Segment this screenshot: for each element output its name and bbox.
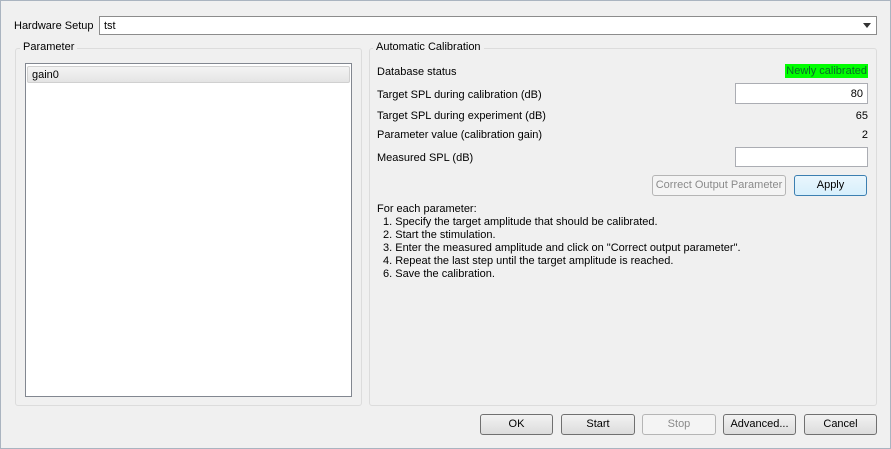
parameter-list[interactable]: gain0 xyxy=(25,63,352,397)
apply-button[interactable]: Apply xyxy=(794,175,867,196)
database-status-label: Database status xyxy=(377,66,457,78)
instructions-heading: For each parameter: xyxy=(377,203,477,215)
instruction-step: 2. Start the stimulation. xyxy=(383,229,496,241)
cancel-button[interactable]: Cancel xyxy=(804,414,877,435)
parameter-value: 2 xyxy=(861,129,868,141)
target-spl-calibration-input[interactable]: 80 xyxy=(735,83,868,104)
list-item[interactable]: gain0 xyxy=(27,66,350,83)
hardware-setup-combobox[interactable]: tst xyxy=(99,16,877,35)
stop-button[interactable]: Stop xyxy=(642,414,716,435)
target-spl-calibration-value: 80 xyxy=(850,88,863,100)
list-item-label: gain0 xyxy=(32,69,59,81)
start-button[interactable]: Start xyxy=(561,414,635,435)
advanced-button[interactable]: Advanced... xyxy=(723,414,796,435)
hardware-setup-label: Hardware Setup xyxy=(14,20,94,32)
chevron-down-icon[interactable] xyxy=(863,23,871,28)
hardware-setup-value: tst xyxy=(104,20,116,32)
target-spl-experiment-value: 65 xyxy=(855,110,868,122)
correct-output-parameter-button[interactable]: Correct Output Parameter xyxy=(652,175,786,196)
parameter-value-label: Parameter value (calibration gain) xyxy=(377,129,543,141)
instruction-step: 6. Save the calibration. xyxy=(383,268,495,280)
calibration-group-title: Automatic Calibration xyxy=(373,41,484,54)
measured-spl-input[interactable] xyxy=(735,147,868,167)
instruction-step: 3. Enter the measured amplitude and clic… xyxy=(383,242,741,254)
status-badge: Newly calibrated xyxy=(785,64,868,78)
calibration-dialog: Hardware Setup tst Parameter gain0 Autom… xyxy=(0,0,891,449)
target-spl-experiment-label: Target SPL during experiment (dB) xyxy=(377,110,546,122)
measured-spl-label: Measured SPL (dB) xyxy=(377,152,474,164)
target-spl-calibration-label: Target SPL during calibration (dB) xyxy=(377,89,542,101)
parameter-group-title: Parameter xyxy=(20,41,78,54)
instruction-step: 4. Repeat the last step until the target… xyxy=(383,255,674,267)
ok-button[interactable]: OK xyxy=(480,414,553,435)
instructions: For each parameter: 1. Specify the targe… xyxy=(377,203,872,281)
instruction-step: 1. Specify the target amplitude that sho… xyxy=(383,216,658,228)
